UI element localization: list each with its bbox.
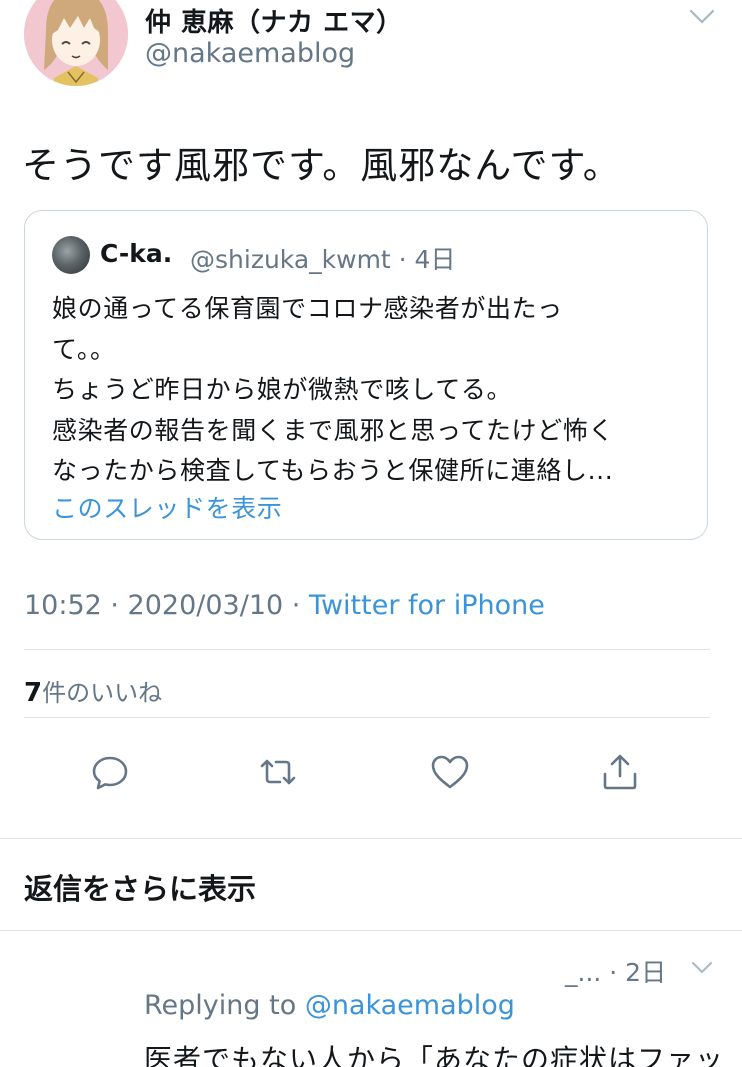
quoted-author-name: C-ka. <box>100 239 173 268</box>
author-display-name[interactable]: 仲 恵麻（ナカ エマ） <box>145 2 403 39</box>
author-handle[interactable]: @nakaemablog <box>145 38 355 69</box>
tweet-meta: 10:52 · 2020/03/10 · Twitter for iPhone <box>24 590 545 621</box>
chevron-down-icon[interactable] <box>690 960 714 976</box>
reply-meta: _... · 2日 <box>565 958 667 987</box>
likes-summary[interactable]: 7件のいいね <box>24 673 162 708</box>
tweet-timestamp: 10:52 · 2020/03/10 · <box>24 590 309 621</box>
section-divider <box>0 930 742 931</box>
divider <box>24 649 710 650</box>
quoted-text-line: て。。 <box>52 334 116 364</box>
quoted-tweet-text: 娘の通ってる保育園でコロナ感染者が出たっ て。。 ちょうど昨日から娘が微熱で咳し… <box>52 289 692 492</box>
reply-text: 医者でもない人から「あなたの症状はファッ <box>144 1043 725 1067</box>
quoted-author-avatar <box>52 236 90 274</box>
quoted-text-line: なったから検査してもらおうと保健所に連絡し... <box>52 456 614 485</box>
divider <box>24 717 710 718</box>
replying-prefix: Replying to <box>144 990 305 1021</box>
quoted-text-line: 感染者の報告を聞くまで風邪と思ってたけど怖く <box>52 415 614 445</box>
more-replies-heading[interactable]: 返信をさらに表示 <box>24 866 256 908</box>
replying-to-line: Replying to @nakaemablog <box>144 990 515 1021</box>
likes-count: 7 <box>24 678 43 708</box>
like-icon[interactable] <box>430 752 470 792</box>
chevron-down-icon[interactable] <box>688 8 716 26</box>
section-divider <box>0 838 742 839</box>
tweet-detail-page: 仲 恵麻（ナカ エマ） @nakaemablog そうです風邪です。風邪なんです… <box>0 0 742 1067</box>
quoted-text-line: 娘の通ってる保育園でコロナ感染者が出たっ <box>52 294 563 323</box>
author-avatar[interactable] <box>24 0 128 86</box>
quoted-text-line: ちょうど昨日から娘が微熱で咳してる。 <box>52 375 513 404</box>
likes-label: 件のいいね <box>42 679 163 707</box>
show-thread-link[interactable]: このスレッドを表示 <box>52 489 282 525</box>
quoted-author-handle-time: @shizuka_kwmt · 4日 <box>190 245 456 274</box>
tweet-source-link[interactable]: Twitter for iPhone <box>309 590 545 621</box>
replying-to-mention[interactable]: @nakaemablog <box>305 990 515 1021</box>
tweet-text: そうです風邪です。風邪なんです。 <box>22 144 621 187</box>
retweet-icon[interactable] <box>258 752 298 792</box>
quoted-tweet-card[interactable]: C-ka. @shizuka_kwmt · 4日 娘の通ってる保育園でコロナ感染… <box>24 210 708 540</box>
reply-icon[interactable] <box>90 752 130 792</box>
share-icon[interactable] <box>600 752 640 792</box>
